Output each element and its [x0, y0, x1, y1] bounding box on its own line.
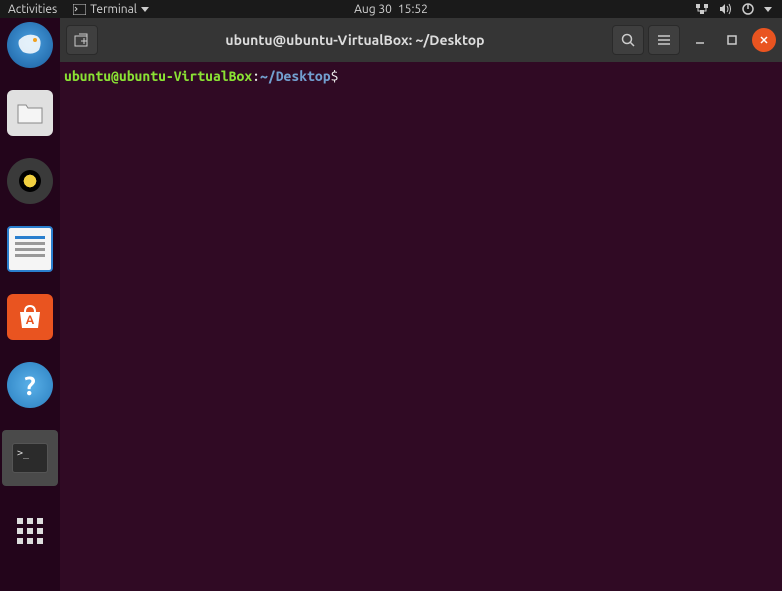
new-tab-icon	[74, 33, 90, 47]
window-titlebar: ubuntu@ubuntu-VirtualBox: ~/Desktop	[60, 18, 782, 62]
maximize-icon	[727, 35, 737, 45]
app-menu-label: Terminal	[90, 3, 137, 16]
dock-writer-icon[interactable]	[7, 226, 53, 272]
new-tab-button[interactable]	[66, 25, 98, 55]
dock-show-apps-icon[interactable]	[7, 508, 53, 554]
dock-files-icon[interactable]	[7, 90, 53, 136]
minimize-button[interactable]	[688, 28, 712, 52]
terminal-icon: >_	[12, 443, 48, 473]
maximize-button[interactable]	[720, 28, 744, 52]
prompt-path: ~/Desktop	[260, 68, 331, 84]
terminal-body[interactable]: ubuntu@ubuntu-VirtualBox:~/Desktop$	[60, 62, 782, 591]
dock-rhythmbox-icon[interactable]	[7, 158, 53, 204]
thunderbird-icon	[15, 30, 45, 60]
window-title: ubuntu@ubuntu-VirtualBox: ~/Desktop	[102, 32, 608, 48]
volume-icon	[719, 3, 732, 15]
hamburger-menu-button[interactable]	[648, 25, 680, 55]
dock-thunderbird-icon[interactable]	[7, 22, 53, 68]
close-button[interactable]	[752, 28, 776, 52]
terminal-window: ubuntu@ubuntu-VirtualBox: ~/Desktop ubun…	[60, 18, 782, 591]
prompt-user-host: ubuntu@ubuntu-VirtualBox	[64, 68, 252, 84]
question-mark-icon: ?	[24, 371, 35, 400]
svg-text:A: A	[26, 314, 35, 327]
activities-button[interactable]: Activities	[0, 1, 65, 18]
folder-icon	[16, 101, 44, 125]
system-tray[interactable]	[695, 3, 782, 15]
dock-help-icon[interactable]: ?	[7, 362, 53, 408]
gnome-topbar: Activities Terminal Aug 30 15:52	[0, 0, 782, 18]
shopping-bag-icon: A	[16, 304, 44, 330]
search-button[interactable]	[612, 25, 644, 55]
time-label: 15:52	[398, 3, 428, 16]
close-icon	[759, 35, 769, 45]
clock[interactable]: Aug 30 15:52	[354, 3, 428, 16]
dock-software-icon[interactable]: A	[7, 294, 53, 340]
terminal-small-icon	[73, 4, 86, 15]
power-icon	[742, 3, 754, 15]
chevron-down-icon	[764, 7, 772, 12]
network-icon	[695, 3, 709, 15]
hamburger-icon	[657, 34, 671, 46]
chevron-down-icon	[141, 7, 149, 12]
app-menu-button[interactable]: Terminal	[65, 1, 157, 18]
dock-terminal-icon[interactable]: >_	[2, 430, 58, 486]
date-label: Aug 30	[354, 3, 392, 16]
minimize-icon	[695, 35, 705, 45]
search-icon	[621, 33, 635, 47]
dock: A ? >_	[0, 18, 60, 591]
apps-grid-icon	[17, 518, 43, 544]
activities-label: Activities	[8, 3, 57, 16]
prompt-colon: :	[252, 68, 260, 84]
prompt-dollar: $	[331, 68, 339, 84]
